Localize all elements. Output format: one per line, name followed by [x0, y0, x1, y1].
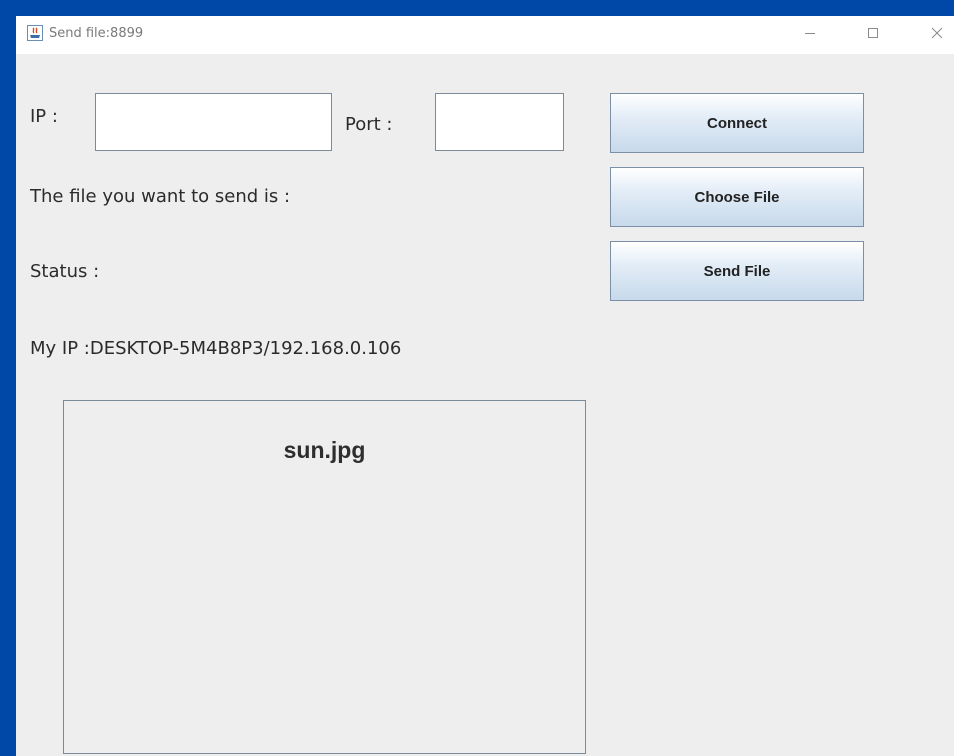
preview-file-name: sun.jpg [283, 437, 366, 463]
port-label: Port : [345, 114, 393, 135]
maximize-icon [868, 28, 878, 38]
port-input[interactable] [435, 93, 564, 151]
send-file-button[interactable]: Send File [610, 241, 864, 301]
file-label: The file you want to send is : [30, 186, 291, 207]
minimize-icon [805, 33, 815, 34]
ip-input[interactable] [95, 93, 332, 151]
my-ip-label: My IP :DESKTOP-5M4B8P3/192.168.0.106 [30, 338, 402, 359]
choose-file-button[interactable]: Choose File [610, 167, 864, 227]
file-preview-panel: sun.jpg [63, 400, 586, 754]
close-icon [931, 27, 943, 39]
send-file-window: Send file:8899 IP : Port : Connect The f… [16, 16, 954, 756]
minimize-button[interactable] [787, 16, 833, 54]
title-bar[interactable]: Send file:8899 [16, 16, 954, 54]
connect-button[interactable]: Connect [610, 93, 864, 153]
window-title: Send file:8899 [49, 26, 144, 41]
status-label: Status : [30, 261, 100, 282]
close-button[interactable] [914, 16, 954, 54]
maximize-button[interactable] [850, 16, 896, 54]
java-app-icon [27, 25, 43, 41]
ip-label: IP : [30, 106, 58, 127]
